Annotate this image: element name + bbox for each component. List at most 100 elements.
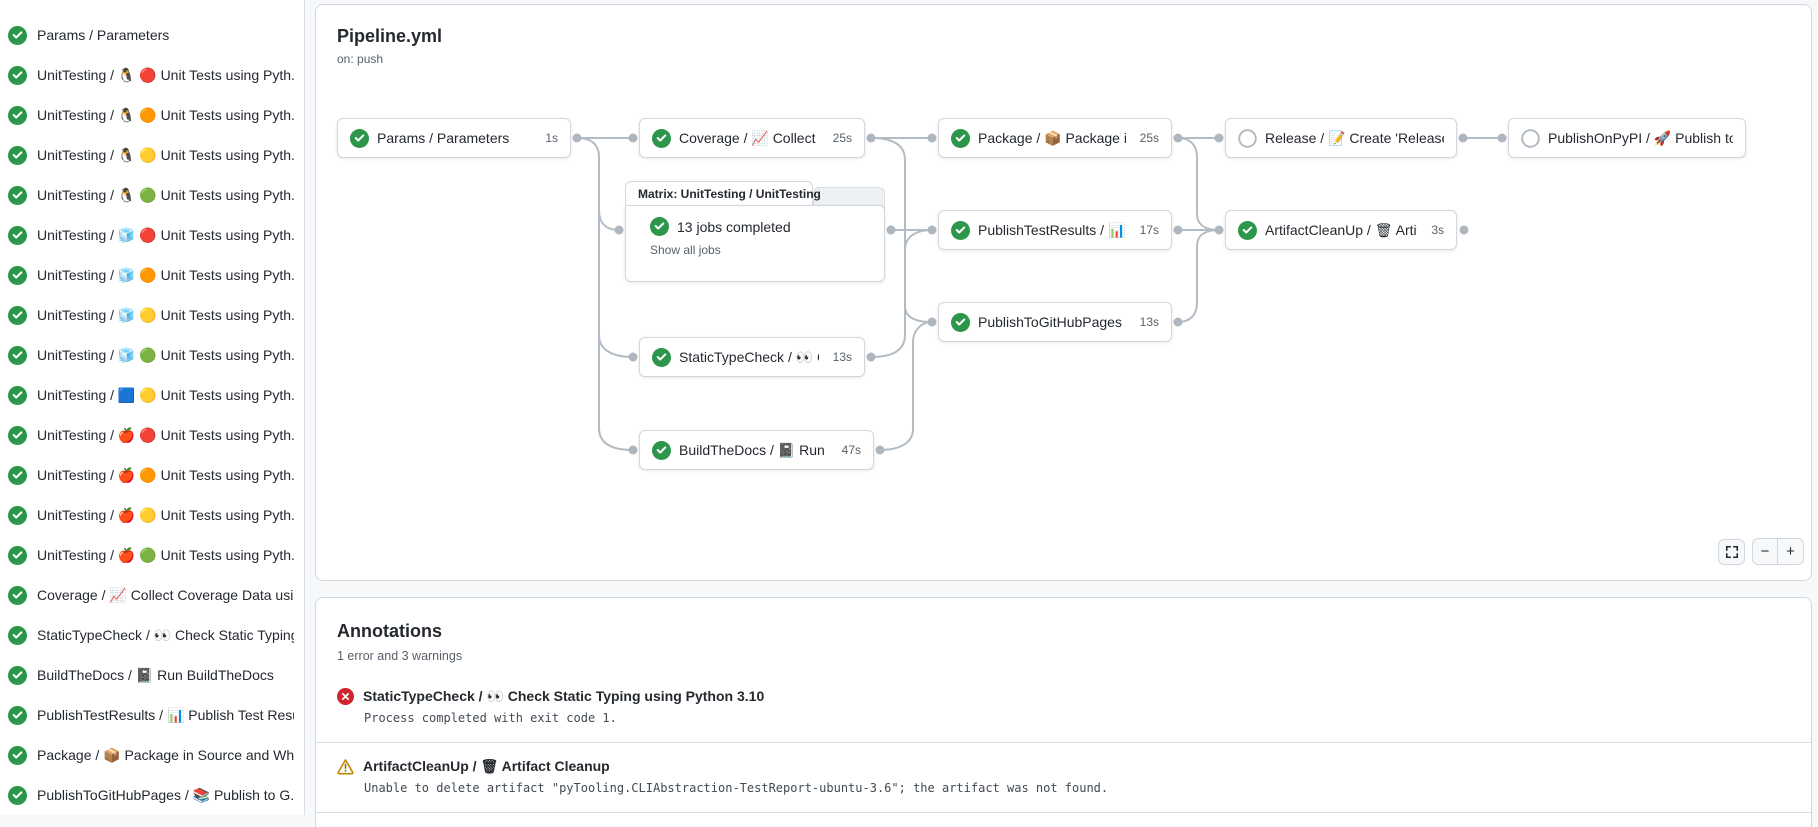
success-icon: [8, 586, 27, 605]
warning-icon: [337, 758, 354, 775]
sidebar-item-unittest[interactable]: UnitTesting / 🧊 🟡 Unit Tests using Pyth.…: [0, 295, 304, 335]
success-icon: [8, 706, 27, 725]
job-node-artifactcleanup[interactable]: ArtifactCleanUp / 🗑 Artifac... 3s: [1225, 210, 1457, 250]
success-icon: [8, 146, 27, 165]
sidebar-item-unittest[interactable]: UnitTesting / 🧊 🟠 Unit Tests using Pyth.…: [0, 255, 304, 295]
success-icon: [652, 129, 671, 148]
matrix-summary-text: 13 jobs completed: [677, 219, 791, 235]
show-all-jobs-link[interactable]: Show all jobs: [650, 243, 870, 257]
job-node-release[interactable]: Release / 📝 Create 'Release P...: [1225, 118, 1457, 158]
job-node-publishtestresults[interactable]: PublishTestResults / 📊 Pu... 17s: [938, 210, 1172, 250]
sidebar-item-label: UnitTesting / 🐧 🟠 Unit Tests using Pyth.…: [37, 107, 294, 124]
sidebar-item-unittest[interactable]: UnitTesting / 🧊 🔴 Unit Tests using Pyth.…: [0, 215, 304, 255]
zoom-out-button[interactable]: −: [1753, 539, 1778, 564]
job-node-coverage[interactable]: Coverage / 📈 Collect Cove... 25s: [639, 118, 865, 158]
success-icon: [951, 221, 970, 240]
annotation-message: Unable to delete artifact "pyTooling.CLI…: [364, 781, 1790, 795]
job-node-label: StaticTypeCheck / 👀 Chec...: [679, 349, 819, 366]
sidebar-item-label: UnitTesting / 🧊 🔴 Unit Tests using Pyth.…: [37, 227, 294, 244]
job-node-buildthedocs[interactable]: BuildTheDocs / 📓 Run Buil... 47s: [639, 430, 874, 470]
annotations-title: Annotations: [337, 621, 1790, 642]
success-icon: [8, 106, 27, 125]
workflow-graph-panel: Pipeline.yml on: push: [315, 4, 1812, 581]
matrix-jobs-group[interactable]: 13 jobs completed Show all jobs: [625, 205, 885, 282]
sidebar-item-label: UnitTesting / 🍎 🟡 Unit Tests using Pyth.…: [37, 507, 294, 524]
success-icon: [951, 129, 970, 148]
job-node-publishtogithubpages[interactable]: PublishToGitHubPages / 📚 ... 13s: [938, 302, 1172, 342]
job-node-label: Params / Parameters: [377, 130, 509, 146]
workflow-trigger: on: push: [337, 52, 383, 66]
success-icon: [8, 66, 27, 85]
sidebar-item-label: UnitTesting / 🟦 🟡 Unit Tests using Pyth.…: [37, 387, 294, 404]
sidebar-item-label: Coverage / 📈 Collect Coverage Data usi..…: [37, 587, 294, 604]
sidebar-item-label: UnitTesting / 🧊 🟠 Unit Tests using Pyth.…: [37, 267, 294, 284]
sidebar-item-buildthedocs[interactable]: BuildTheDocs / 📓 Run BuildTheDocs: [0, 655, 304, 695]
job-duration: 25s: [827, 131, 852, 145]
success-icon: [8, 666, 27, 685]
success-icon: [350, 129, 369, 148]
sidebar-item-label: UnitTesting / 🍎 🟠 Unit Tests using Pyth.…: [37, 467, 294, 484]
success-icon: [8, 226, 27, 245]
job-duration: 1s: [539, 131, 558, 145]
job-node-label: PublishTestResults / 📊 Pu...: [978, 222, 1126, 239]
sidebar-item-label: UnitTesting / 🍎 🟢 Unit Tests using Pyth.…: [37, 547, 294, 564]
sidebar-item-unittest[interactable]: UnitTesting / 🐧 🔴 Unit Tests using Pyth.…: [0, 55, 304, 95]
annotations-summary: 1 error and 3 warnings: [337, 649, 1790, 663]
success-icon: [8, 626, 27, 645]
success-icon: [8, 506, 27, 525]
job-node-publishonpypi[interactable]: PublishOnPyPI / 🚀 Publish to ...: [1508, 118, 1746, 158]
sidebar-item-label: UnitTesting / 🐧 🟡 Unit Tests using Pyth.…: [37, 147, 294, 164]
job-node-params[interactable]: Params / Parameters 1s: [337, 118, 571, 158]
sidebar-item-label: UnitTesting / 🧊 🟡 Unit Tests using Pyth.…: [37, 307, 294, 324]
success-icon: [8, 786, 27, 805]
success-icon: [8, 186, 27, 205]
annotation-job-link[interactable]: ArtifactCleanUp / 🗑 Artifact Cleanup: [363, 758, 610, 775]
sidebar-item-label: UnitTesting / 🧊 🟢 Unit Tests using Pyth.…: [37, 347, 294, 364]
sidebar-item-unittest[interactable]: UnitTesting / 🍎 🟠 Unit Tests using Pyth.…: [0, 455, 304, 495]
job-duration: 47s: [836, 443, 861, 457]
sidebar-item-unittest[interactable]: UnitTesting / 🍎 🟡 Unit Tests using Pyth.…: [0, 495, 304, 535]
sidebar-item-label: Package / 📦 Package in Source and Wh...: [37, 747, 294, 764]
job-duration: 25s: [1134, 131, 1159, 145]
annotation-job-link[interactable]: StaticTypeCheck / 👀 Check Static Typing …: [363, 688, 764, 705]
sidebar-item-unittest[interactable]: UnitTesting / 🐧 🟡 Unit Tests using Pyth.…: [0, 135, 304, 175]
workflow-file-title: Pipeline.yml: [337, 26, 442, 47]
success-icon: [1238, 221, 1257, 240]
sidebar-item-label: UnitTesting / 🍎 🔴 Unit Tests using Pyth.…: [37, 427, 294, 444]
zoom-control: − +: [1752, 538, 1804, 565]
skipped-icon: [1521, 129, 1540, 148]
skipped-icon: [1238, 129, 1257, 148]
sidebar-item-params[interactable]: Params / Parameters: [0, 15, 304, 55]
annotation-error-item: StaticTypeCheck / 👀 Check Static Typing …: [316, 673, 1811, 743]
sidebar-item-publishtogithubpages[interactable]: PublishToGitHubPages / 📚 Publish to G...: [0, 775, 304, 815]
sidebar-item-unittest[interactable]: UnitTesting / 🟦 🟡 Unit Tests using Pyth.…: [0, 375, 304, 415]
sidebar-item-label: PublishTestResults / 📊 Publish Test Resu…: [37, 707, 294, 724]
zoom-in-button[interactable]: +: [1778, 539, 1803, 564]
sidebar-item-unittest[interactable]: UnitTesting / 🐧 🟠 Unit Tests using Pyth.…: [0, 95, 304, 135]
job-duration: 13s: [1134, 315, 1159, 329]
sidebar-item-unittest[interactable]: UnitTesting / 🐧 🟢 Unit Tests using Pyth.…: [0, 175, 304, 215]
matrix-tab-label: Matrix: UnitTesting / UnitTesting: [638, 187, 821, 201]
sidebar-item-statictypecheck[interactable]: StaticTypeCheck / 👀 Check Static Typing.…: [0, 615, 304, 655]
annotations-panel: Annotations 1 error and 3 warnings Stati…: [315, 597, 1812, 827]
job-node-statictypecheck[interactable]: StaticTypeCheck / 👀 Chec... 13s: [639, 337, 865, 377]
job-node-package[interactable]: Package / 📦 Package in So... 25s: [938, 118, 1172, 158]
sidebar-item-package[interactable]: Package / 📦 Package in Source and Wh...: [0, 735, 304, 775]
sidebar-item-unittest[interactable]: UnitTesting / 🍎 🔴 Unit Tests using Pyth.…: [0, 415, 304, 455]
graph-edges: [316, 5, 1812, 581]
sidebar-item-label: StaticTypeCheck / 👀 Check Static Typing.…: [37, 627, 294, 644]
fullscreen-button[interactable]: [1718, 539, 1745, 565]
fullscreen-icon: [1725, 545, 1739, 559]
success-icon: [8, 546, 27, 565]
sidebar-item-publishtestresults[interactable]: PublishTestResults / 📊 Publish Test Resu…: [0, 695, 304, 735]
job-node-label: PublishToGitHubPages / 📚 ...: [978, 314, 1126, 331]
sidebar-item-unittest[interactable]: UnitTesting / 🍎 🟢 Unit Tests using Pyth.…: [0, 535, 304, 575]
success-icon: [951, 313, 970, 332]
sidebar-item-label: UnitTesting / 🐧 🔴 Unit Tests using Pyth.…: [37, 67, 294, 84]
job-duration: 3s: [1425, 223, 1444, 237]
job-duration: 17s: [1134, 223, 1159, 237]
success-icon: [652, 441, 671, 460]
error-icon: [337, 688, 354, 705]
sidebar-item-unittest[interactable]: UnitTesting / 🧊 🟢 Unit Tests using Pyth.…: [0, 335, 304, 375]
sidebar-item-coverage[interactable]: Coverage / 📈 Collect Coverage Data usi..…: [0, 575, 304, 615]
